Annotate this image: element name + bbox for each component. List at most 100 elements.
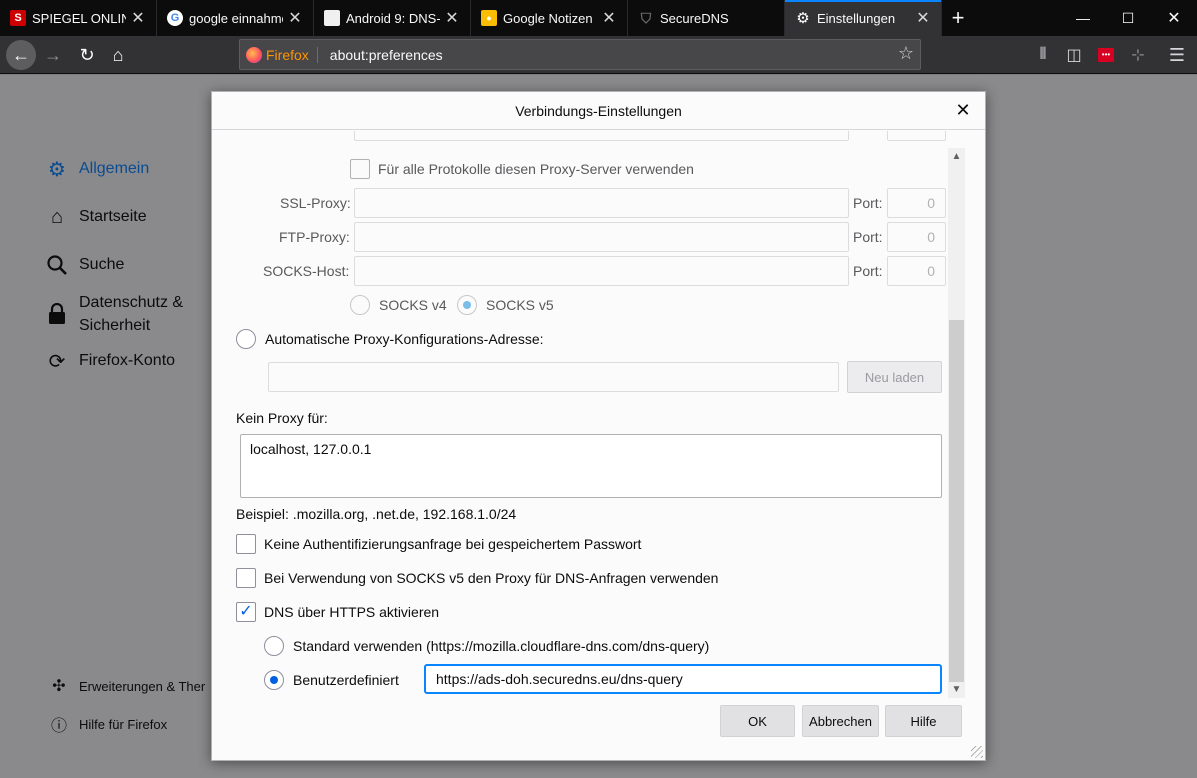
pin-icon[interactable]: ⊹ <box>1123 40 1153 70</box>
sidebar-item-label: Datenschutz & <box>79 294 184 311</box>
identity-label: Firefox <box>266 46 318 63</box>
tab-strip: S SPIEGEL ONLINE - ✕ G google einnahmen … <box>0 0 1197 36</box>
extension-icon[interactable]: ••• <box>1091 40 1121 70</box>
sidebar-item-firefox-konto[interactable]: ⟳ Firefox-Konto <box>45 349 175 373</box>
auto-proxy-label: Automatische Proxy-Konfigurations-Adress… <box>265 331 544 347</box>
library-icon[interactable]: ⫴ <box>1028 40 1058 70</box>
sidebar-item-datenschutz[interactable]: Datenschutz & Sicherheit <box>45 291 183 337</box>
sidebar-item-startseite[interactable]: ⌂ Startseite <box>45 205 147 229</box>
spiegel-favicon-icon: S <box>10 10 26 26</box>
minimize-button[interactable]: — <box>1060 0 1106 36</box>
tab-title: google einnahmen <box>189 10 283 26</box>
scroll-up-icon[interactable]: ▲ <box>948 148 965 165</box>
socks-v4-label: SOCKS v4 <box>379 297 447 313</box>
sidebar-item-erweiterungen[interactable]: ✣ Erweiterungen & Ther <box>49 674 205 698</box>
close-tab-icon[interactable]: ✕ <box>444 8 460 28</box>
resize-grip-icon[interactable] <box>971 746 983 758</box>
reload-button[interactable]: ↻ <box>72 40 102 70</box>
socks-v4-radio[interactable] <box>350 295 370 315</box>
close-tab-icon[interactable]: ✕ <box>130 8 146 28</box>
tab-notizen[interactable]: ● Google Notizen ✕ <box>471 0 628 36</box>
close-tab-icon[interactable]: ✕ <box>287 8 303 28</box>
no-auth-prompt-label: Keine Authentifizierungsanfrage bei gesp… <box>264 536 642 552</box>
socks-host-input[interactable] <box>354 256 849 286</box>
search-icon <box>45 253 69 277</box>
tab-einstellungen[interactable]: ⚙ Einstellungen ✕ <box>785 0 942 36</box>
checkmark-icon: ✓ <box>239 603 253 620</box>
all-protocols-checkbox[interactable] <box>350 159 370 179</box>
close-tab-icon[interactable]: ✕ <box>915 8 931 28</box>
sidebar-item-label-line2: Sicherheit <box>79 317 151 334</box>
sidebar-item-suche[interactable]: Suche <box>45 253 124 277</box>
shield-favicon-icon: ⛉ <box>640 9 652 26</box>
new-tab-button[interactable]: + <box>942 0 974 36</box>
no-proxy-value: localhost, 127.0.0.1 <box>250 441 372 457</box>
forward-button[interactable]: → <box>38 40 68 70</box>
tab-title: Einstellungen <box>817 10 896 26</box>
ssl-proxy-input[interactable] <box>354 188 849 218</box>
ftp-port-input[interactable]: 0 <box>887 222 946 252</box>
ok-button[interactable]: OK <box>720 705 795 737</box>
page-favicon-icon <box>324 10 340 26</box>
back-button[interactable]: ← <box>6 40 36 70</box>
dialog-body: Für alle Protokolle diesen Proxy-Server … <box>212 131 987 694</box>
firefox-logo-icon <box>246 46 262 63</box>
connection-settings-dialog: Verbindungs-Einstellungen ✕ Für alle Pro… <box>211 91 986 761</box>
home-icon: ⌂ <box>50 205 64 228</box>
ssl-proxy-label: SSL-Proxy: <box>280 195 351 211</box>
auto-proxy-radio[interactable] <box>236 329 256 349</box>
menu-icon[interactable]: ☰ <box>1162 40 1192 70</box>
port-value: 0 <box>927 263 935 279</box>
socks-v5-radio[interactable] <box>457 295 477 315</box>
sidebar-item-label: Erweiterungen & Ther <box>79 678 206 694</box>
scrollbar-thumb[interactable] <box>949 320 964 682</box>
close-window-button[interactable]: ✕ <box>1151 0 1197 36</box>
cancel-button[interactable]: Abbrechen <box>802 705 879 737</box>
port-label: Port: <box>853 263 883 279</box>
sidebar-item-label: Suche <box>79 256 125 273</box>
doh-custom-url-input[interactable]: https://ads-doh.securedns.eu/dns-query <box>424 664 942 694</box>
tab-android[interactable]: Android 9: DNS-Ad ✕ <box>314 0 471 36</box>
doh-custom-radio[interactable] <box>264 670 284 690</box>
dialog-header: Verbindungs-Einstellungen ✕ <box>212 92 985 130</box>
socks-port-input[interactable]: 0 <box>887 256 946 286</box>
no-proxy-example: Beispiel: .mozilla.org, .net.de, 192.168… <box>236 506 517 522</box>
bookmark-star-icon[interactable]: ☆ <box>898 43 914 64</box>
doh-default-label: Standard verwenden (https://mozilla.clou… <box>293 638 710 654</box>
ftp-proxy-input[interactable] <box>354 222 849 252</box>
sidebar-item-allgemein[interactable]: ⚙ Allgemein <box>45 157 149 181</box>
maximize-button[interactable]: ☐ <box>1105 0 1151 36</box>
close-icon[interactable]: ✕ <box>953 100 973 120</box>
tab-title: Google Notizen <box>503 10 593 26</box>
dialog-title: Verbindungs-Einstellungen <box>515 102 682 119</box>
auto-proxy-url-input[interactable] <box>268 362 839 392</box>
url-bar[interactable]: Firefox about:preferences ☆ <box>239 39 921 70</box>
home-button[interactable]: ⌂ <box>103 40 133 70</box>
sidebar-item-label: Startseite <box>79 208 147 225</box>
url-text[interactable]: about:preferences <box>330 47 443 63</box>
http-proxy-input[interactable] <box>354 131 849 141</box>
sync-icon: ⟳ <box>48 350 66 373</box>
tab-spiegel[interactable]: S SPIEGEL ONLINE - ✕ <box>0 0 157 36</box>
gear-icon: ⚙ <box>48 158 66 181</box>
ssl-port-input[interactable]: 0 <box>887 188 946 218</box>
no-proxy-textarea[interactable]: localhost, 127.0.0.1 <box>240 434 942 498</box>
doh-default-radio[interactable] <box>264 636 284 656</box>
sidebar-item-hilfe[interactable]: ⓘ Hilfe für Firefox <box>49 712 167 736</box>
socks-remote-dns-checkbox[interactable] <box>236 568 256 588</box>
help-button[interactable]: Hilfe <box>885 705 962 737</box>
scroll-down-icon[interactable]: ▼ <box>948 681 965 698</box>
google-favicon-icon: G <box>167 10 183 26</box>
no-auth-prompt-checkbox[interactable] <box>236 534 256 554</box>
dialog-scrollbar[interactable]: ▲ ▼ <box>948 148 965 698</box>
http-port-input[interactable] <box>887 131 946 141</box>
port-value: 0 <box>927 229 935 245</box>
socks-v5-label: SOCKS v5 <box>486 297 554 313</box>
tab-google[interactable]: G google einnahmen ✕ <box>157 0 314 36</box>
keep-favicon-icon: ● <box>481 10 497 26</box>
tab-securedns[interactable]: ⛉ SecureDNS ✕ <box>628 0 785 36</box>
close-tab-icon[interactable]: ✕ <box>601 8 617 28</box>
sidebar-icon[interactable]: ◫ <box>1059 40 1089 70</box>
reload-pac-button[interactable]: Neu laden <box>847 361 942 393</box>
doh-enable-checkbox[interactable]: ✓ <box>236 602 256 622</box>
